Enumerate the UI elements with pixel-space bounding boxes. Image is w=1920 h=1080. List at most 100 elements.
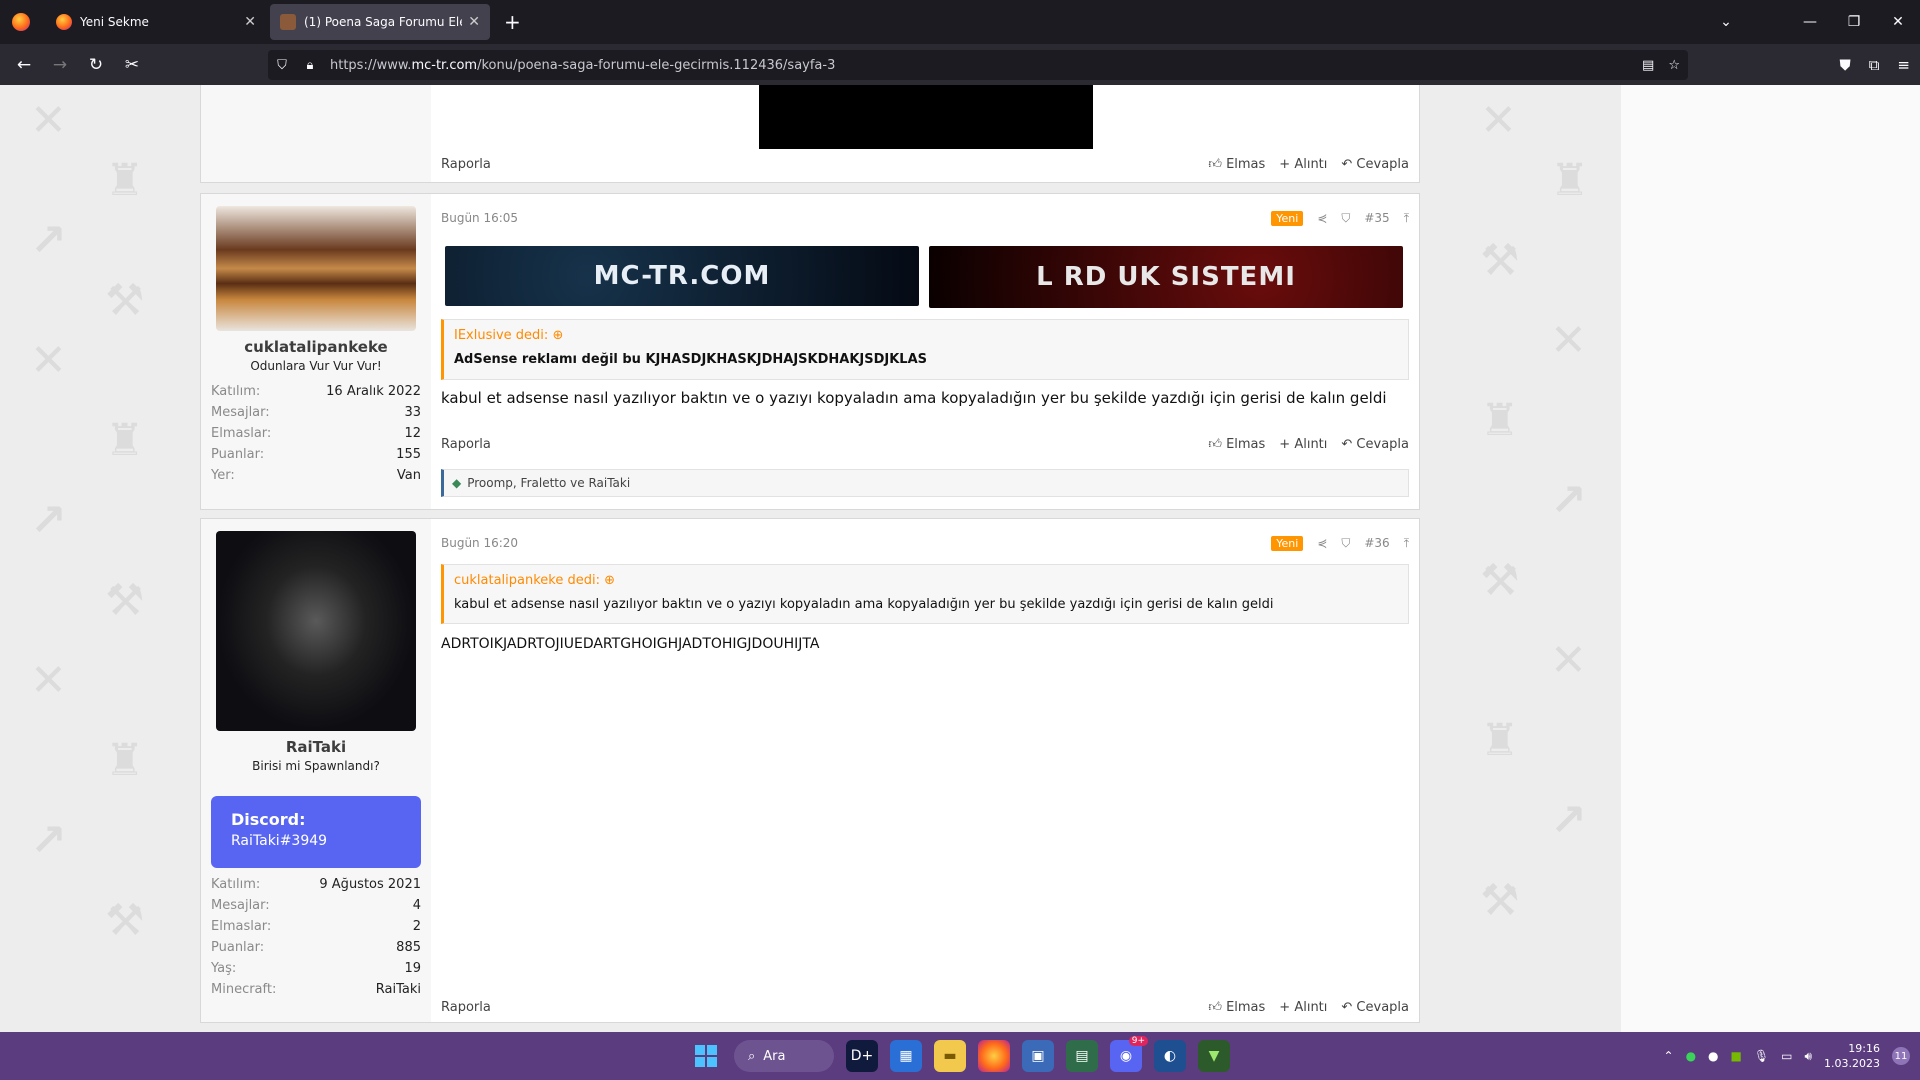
clock[interactable]: 19:16 1.03.2023 (1824, 1041, 1880, 1071)
url-text[interactable]: https://www.mc-tr.com/konu/poena-saga-fo… (330, 58, 835, 73)
volume-icon[interactable]: 🔊︎ (1804, 1049, 1812, 1064)
network-icon[interactable]: ▭ (1781, 1049, 1792, 1063)
embedded-video[interactable] (759, 85, 1093, 149)
back-button[interactable]: ← (6, 55, 42, 75)
file-explorer-icon[interactable]: ▬ (934, 1040, 966, 1072)
firefox-icon[interactable] (978, 1040, 1010, 1072)
username[interactable]: cuklatalipankeke (201, 338, 431, 356)
reactions-list[interactable]: Proomp, Fraletto ve RaiTaki (467, 476, 630, 490)
app-icon[interactable]: ▣ (1022, 1040, 1054, 1072)
page-viewport[interactable]: ✕ ♜ ↗ ⚒ ✕ ♜ ↗ ⚒ ✕ ♜ ↗ ⚒ ✕ ♜ ⚒ ✕ ♜ ↗ ⚒ ✕ … (0, 85, 1920, 1032)
tab-new-tab[interactable]: Yeni Sekme ✕ (46, 4, 266, 40)
stat-label: Puanlar: (211, 940, 265, 955)
post-footer: Raporla 👍︎ Elmas + Alıntı ↶ Cevapla (441, 154, 1409, 174)
quote-button[interactable]: + Alıntı (1279, 157, 1327, 172)
arrow-up-circle-icon[interactable]: ⊕ (604, 573, 615, 588)
reader-view-icon[interactable]: ▤ (1642, 58, 1654, 73)
report-link[interactable]: Raporla (441, 437, 491, 452)
like-button[interactable]: 👍︎ Elmas (1208, 1000, 1265, 1015)
share-icon[interactable]: ⋞ (1317, 536, 1327, 550)
report-link[interactable]: Raporla (441, 1000, 491, 1015)
pocket-icon[interactable]: ⛊ (1839, 56, 1850, 74)
reactions-bar[interactable]: ◆ Proomp, Fraletto ve RaiTaki (441, 469, 1409, 497)
like-label: Elmas (1226, 999, 1266, 1015)
quote-button[interactable]: + Alıntı (1279, 437, 1327, 452)
windows-start-icon[interactable] (690, 1040, 722, 1072)
tray-app-icon[interactable]: ● (1686, 1049, 1696, 1063)
search-label: Ara (763, 1048, 786, 1064)
store-icon[interactable]: ▦ (890, 1040, 922, 1072)
post-number-link[interactable]: #35 (1364, 211, 1389, 225)
app-icon[interactable]: ▼ (1198, 1040, 1230, 1072)
new-tab-button[interactable]: + (504, 10, 521, 34)
stat-row: Elmaslar: 2 (211, 916, 421, 937)
user-stats: Katılım: 9 Ağustos 2021 Mesajlar: 4 Elmasl… (211, 874, 421, 1000)
user-title: Birisi mi Spawnlandı? (252, 759, 380, 773)
username[interactable]: RaiTaki (201, 738, 431, 756)
discord-icon[interactable]: ◉ 9+ (1110, 1036, 1148, 1072)
close-icon[interactable]: ✕ (244, 14, 256, 30)
lock-icon[interactable]: 🔒︎ (296, 58, 324, 73)
tray-app-icon[interactable]: ● (1708, 1049, 1718, 1063)
bg-castle-icon: ♜ (105, 735, 145, 786)
bookmark-icon[interactable]: ⛉ (1341, 211, 1350, 226)
close-icon[interactable]: ✕ (468, 14, 480, 30)
like-button[interactable]: 👍︎ Elmas (1208, 437, 1265, 452)
like-button[interactable]: 👍︎ Elmas (1208, 157, 1265, 172)
reply-button[interactable]: ↶ Cevapla (1341, 437, 1409, 452)
close-window-button[interactable]: ✕ (1876, 14, 1920, 30)
discord-label: Discord: (231, 810, 306, 829)
bookmark-icon[interactable]: ⛉ (1341, 536, 1350, 551)
bg-castle-icon: ♜ (1480, 715, 1520, 766)
quote-text: kabul et adsense nasıl yazılıyor baktın … (454, 597, 1274, 612)
post-timestamp[interactable]: Bugün 16:05 (441, 211, 518, 225)
forward-button[interactable]: → (42, 55, 78, 75)
new-badge: Yeni (1271, 535, 1304, 551)
stat-row: Mesajlar: 33 (211, 402, 421, 423)
restore-button[interactable]: ❐ (1832, 14, 1876, 30)
quote-author[interactable]: cuklatalipankeke dedi: ⊕ (444, 565, 1408, 593)
share-icon[interactable]: ⋞ (1317, 211, 1327, 225)
banner-image[interactable]: L RD UK SISTEMI (929, 246, 1403, 308)
chevron-up-icon[interactable]: ⌃ (1664, 1049, 1674, 1063)
taskbar-search[interactable]: ⌕ Ara (734, 1040, 834, 1072)
scroll-top-icon[interactable]: ⤒ (1404, 211, 1409, 226)
nvidia-icon[interactable]: ■ (1731, 1049, 1742, 1063)
arrow-up-circle-icon[interactable]: ⊕ (552, 328, 563, 343)
post-timestamp[interactable]: Bugün 16:20 (441, 536, 518, 550)
url-host: mc-tr.com (411, 57, 478, 73)
stat-row: Puanlar: 885 (211, 937, 421, 958)
scroll-top-icon[interactable]: ⤒ (1404, 536, 1409, 551)
shield-icon[interactable]: ⛉ (268, 58, 296, 73)
bg-sword-icon: ✕ (30, 95, 67, 146)
banner-image[interactable]: MC-TR.COM (445, 246, 919, 306)
reply-button[interactable]: ↶ Cevapla (1341, 157, 1409, 172)
extensions-icon[interactable]: ⧉ (1869, 56, 1880, 74)
quote-button[interactable]: + Alıntı (1279, 1000, 1327, 1015)
reply-button[interactable]: ↶ Cevapla (1341, 1000, 1409, 1015)
url-bar[interactable]: ⛉ 🔒︎ https://www.mc-tr.com/konu/poena-sa… (268, 50, 1688, 80)
menu-icon[interactable]: ≡ (1897, 56, 1910, 74)
quote-author-label: cuklatalipankeke dedi: (454, 573, 600, 588)
report-link[interactable]: Raporla (441, 157, 491, 172)
reload-button[interactable]: ↻ (78, 55, 114, 75)
minimize-button[interactable]: — (1788, 14, 1832, 30)
search-icon: ⌕ (748, 1048, 756, 1064)
quote-author[interactable]: IExlusive dedi: ⊕ (444, 320, 1408, 348)
post-36: RaiTaki Birisi mi Spawnlandı? Discord: R… (200, 518, 1420, 1023)
stat-label: Katılım: (211, 877, 261, 892)
bookmark-star-icon[interactable]: ☆ (1668, 58, 1680, 73)
app-icon[interactable]: ▤ (1066, 1040, 1098, 1072)
screenshot-icon[interactable]: ✂ (114, 55, 150, 75)
tab-list-icon[interactable]: ⌄ (1704, 14, 1748, 30)
tab-forum[interactable]: (1) Poena Saga Forumu Ele Geç ✕ (270, 4, 490, 40)
app-icon[interactable]: ◐ (1154, 1040, 1186, 1072)
avatar[interactable] (216, 531, 416, 731)
notification-center-badge[interactable]: 11 (1892, 1047, 1910, 1065)
post-number-link[interactable]: #36 (1364, 536, 1389, 550)
avatar[interactable] (216, 206, 416, 331)
disney-plus-icon[interactable]: D+ (846, 1040, 878, 1072)
microphone-icon[interactable]: 🎙︎ (1754, 1049, 1769, 1063)
stat-row: Elmaslar: 12 (211, 423, 421, 444)
firefox-icon[interactable] (0, 0, 42, 44)
